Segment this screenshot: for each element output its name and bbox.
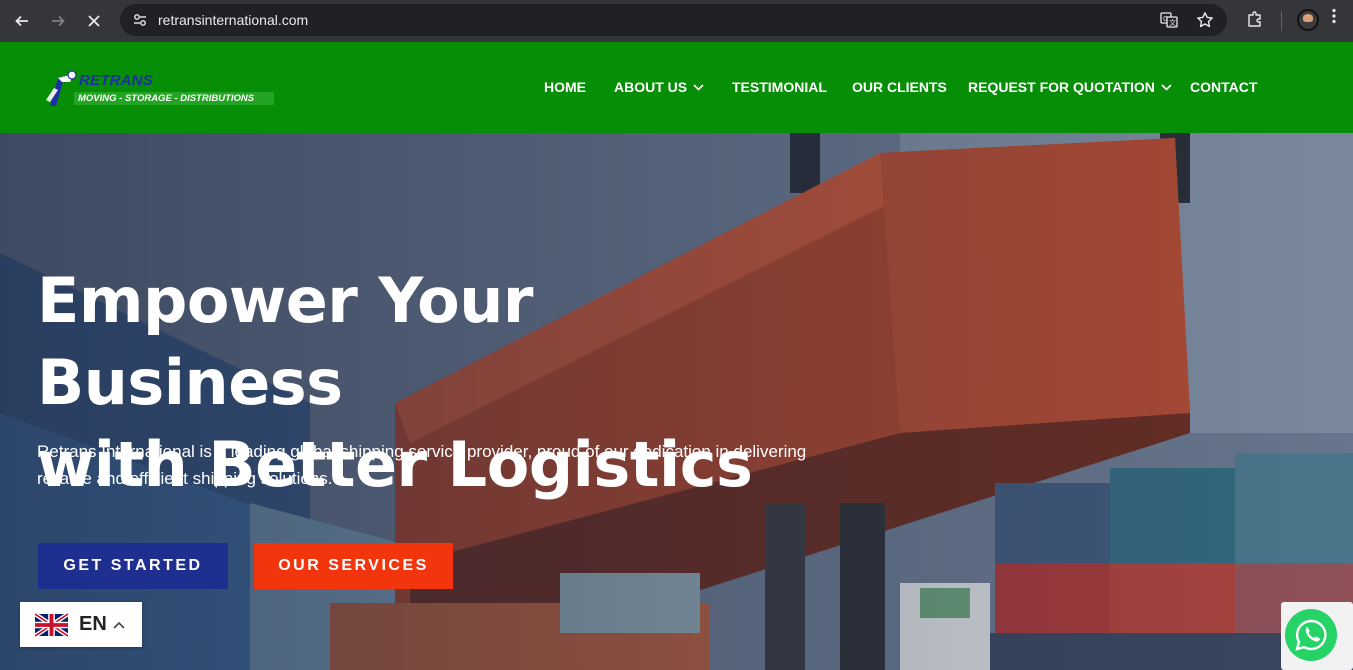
address-bar[interactable]: retransinternational.com G 文 [120,4,1227,36]
svg-text:文: 文 [1169,18,1176,27]
kebab-menu-icon[interactable] [1332,8,1336,29]
chevron-up-icon [113,621,125,629]
back-arrow-icon[interactable] [7,6,37,36]
toolbar-divider [1281,11,1282,31]
nav-item-label: ABOUT US [614,79,688,95]
main-nav: HOME ABOUT US TESTIMONIAL OUR CLIENTS RE… [0,79,1353,99]
nav-item-label: REQUEST FOR QUOTATION [968,79,1155,95]
nav-item-label: OUR CLIENTS [852,79,947,95]
nav-item-request-quotation[interactable]: REQUEST FOR QUOTATION [968,79,1172,95]
nav-item-about-us[interactable]: ABOUT US [614,79,704,95]
profile-avatar[interactable] [1297,9,1319,31]
get-started-button[interactable]: GET STARTED [38,543,228,589]
hero-description: Retrans International is a leading globa… [37,438,837,492]
nav-item-our-clients[interactable]: OUR CLIENTS [852,79,947,95]
uk-flag-icon [35,612,68,637]
nav-item-label: CONTACT [1190,79,1258,95]
url-text[interactable]: retransinternational.com [158,12,308,28]
our-services-button[interactable]: OUR SERVICES [254,543,453,589]
extensions-icon[interactable] [1243,7,1267,31]
chevron-down-icon [1161,83,1172,91]
chevron-down-icon [693,83,704,91]
hero-description-line2: reliable and efficient shipping solution… [37,469,333,488]
site-header: RETRANS INTERNATIONAL MOVING - STORAGE -… [0,42,1353,133]
nav-item-label: TESTIMONIAL [732,79,827,95]
translate-icon[interactable]: G 文 [1157,8,1181,32]
nav-item-label: HOME [544,79,586,95]
whatsapp-button[interactable] [1285,609,1337,661]
nav-item-testimonial[interactable]: TESTIMONIAL [732,79,827,95]
language-code: EN [79,613,107,635]
nav-item-contact[interactable]: CONTACT [1190,79,1257,95]
browser-toolbar: retransinternational.com G 文 [0,0,1353,42]
hero-description-line1: Retrans International is a leading globa… [37,442,807,461]
language-switcher[interactable]: EN [20,602,142,647]
hero-title-line1: Empower Your Business [37,264,533,419]
whatsapp-icon [1295,619,1327,651]
forward-arrow-icon[interactable] [43,6,73,36]
nav-item-home[interactable]: HOME [544,79,586,95]
bookmark-star-icon[interactable] [1193,8,1217,32]
hero-section: Empower Your Business with Better Logist… [0,133,1353,670]
site-info-icon[interactable] [128,8,152,32]
stop-loading-icon[interactable] [79,6,109,36]
